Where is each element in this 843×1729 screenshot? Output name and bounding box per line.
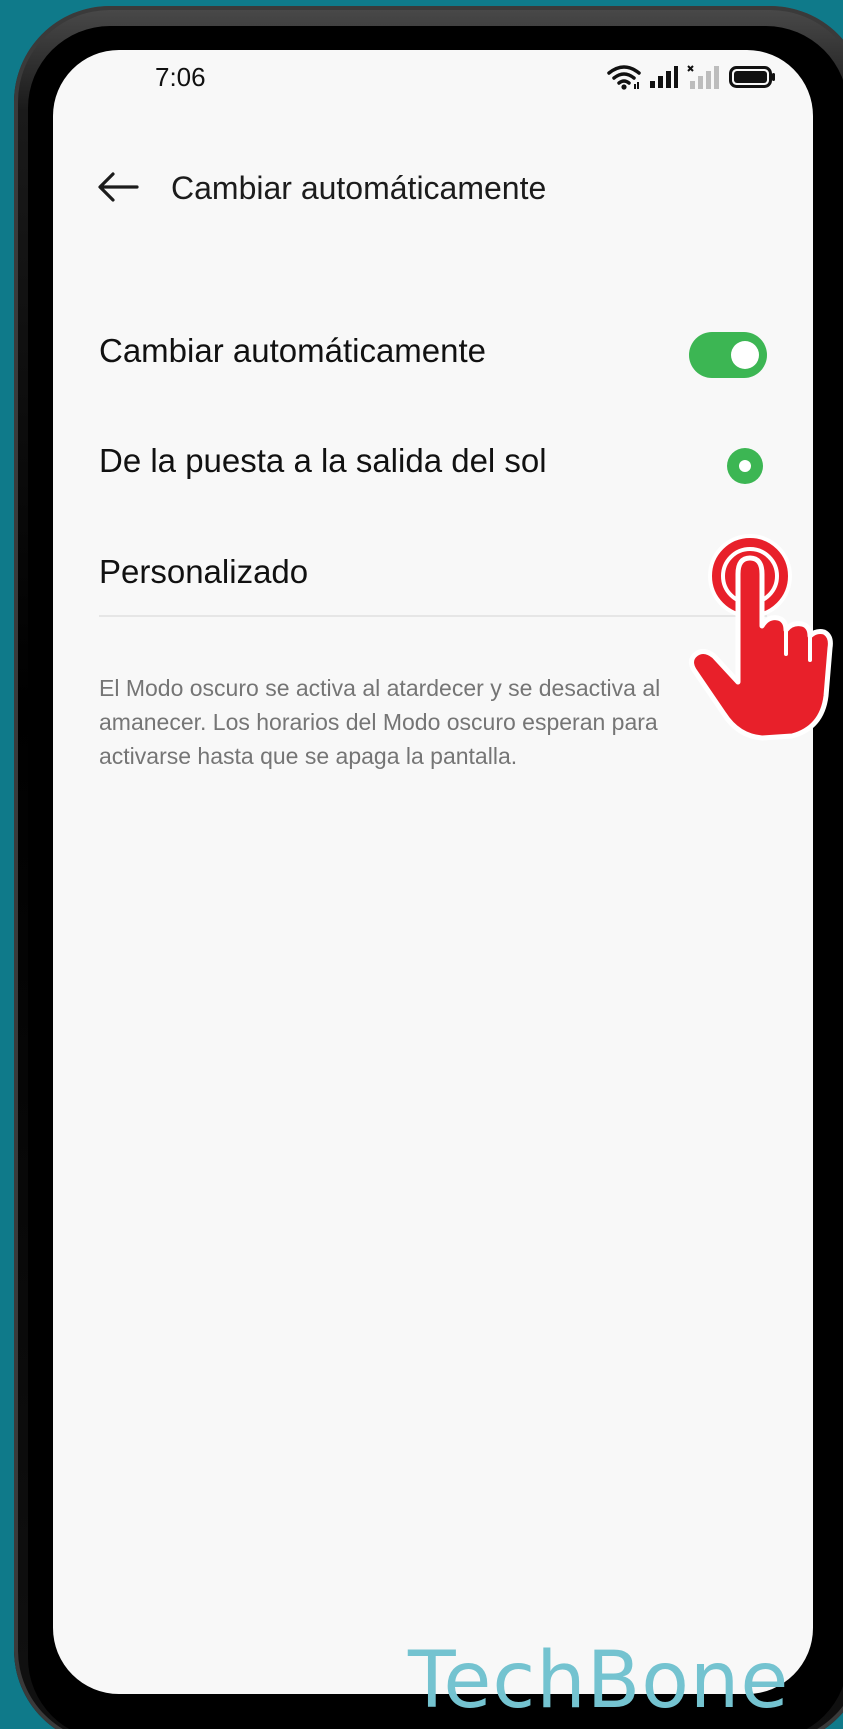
tap-hand-icon <box>686 526 836 746</box>
signal-icon <box>649 65 679 94</box>
dark-mode-description: El Modo oscuro se activa al atardecer y … <box>99 675 661 769</box>
status-time: 7:06 <box>155 62 206 92</box>
auto-switch-row[interactable]: Cambiar automáticamente <box>53 302 813 402</box>
signal-no-service-icon <box>687 64 721 95</box>
battery-icon <box>729 65 777 94</box>
phone-screen: 7:06 Cambiar automáticamente Cambiar aut… <box>53 50 813 1694</box>
status-bar: 7:06 <box>53 50 813 120</box>
option-custom-label: Personalizado <box>99 553 309 590</box>
back-button[interactable] <box>91 160 145 214</box>
status-icons <box>607 64 777 95</box>
arrow-left-icon <box>98 172 139 202</box>
wifi-icon <box>607 64 641 95</box>
option-sunset-to-sunrise[interactable]: De la puesta a la salida del sol <box>53 412 813 512</box>
toggle-knob <box>731 341 759 369</box>
watermark: TechBone <box>408 1636 790 1726</box>
option-sunset-to-sunrise-label: De la puesta a la salida del sol <box>99 442 547 479</box>
auto-switch-label: Cambiar automáticamente <box>99 332 487 369</box>
auto-switch-toggle[interactable] <box>689 332 767 378</box>
divider <box>99 615 767 617</box>
app-bar: Cambiar automáticamente <box>53 150 813 230</box>
page-title: Cambiar automáticamente <box>171 170 547 206</box>
sunset-to-sunrise-radio[interactable] <box>727 448 763 484</box>
